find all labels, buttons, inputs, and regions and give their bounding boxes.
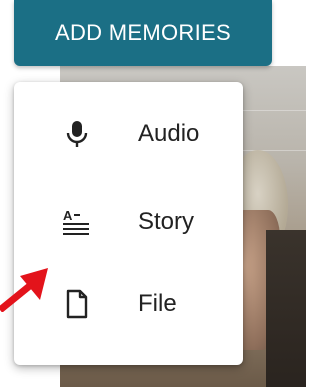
file-icon bbox=[60, 287, 94, 321]
menu-item-audio[interactable]: Audio bbox=[14, 92, 243, 176]
background-wall bbox=[266, 230, 306, 387]
menu-item-label: File bbox=[138, 290, 177, 317]
menu-item-story[interactable]: A Story bbox=[14, 180, 243, 264]
add-memories-menu: Audio A Story File bbox=[14, 82, 243, 365]
add-memories-button[interactable]: ADD MEMORIES bbox=[14, 0, 272, 66]
menu-item-label: Audio bbox=[138, 120, 200, 147]
microphone-icon bbox=[60, 117, 94, 151]
menu-item-label: Story bbox=[138, 208, 195, 235]
text-format-icon: A bbox=[60, 205, 94, 239]
add-memories-label: ADD MEMORIES bbox=[55, 20, 231, 45]
red-arrow-annotation bbox=[0, 268, 48, 312]
svg-text:A: A bbox=[63, 208, 73, 223]
